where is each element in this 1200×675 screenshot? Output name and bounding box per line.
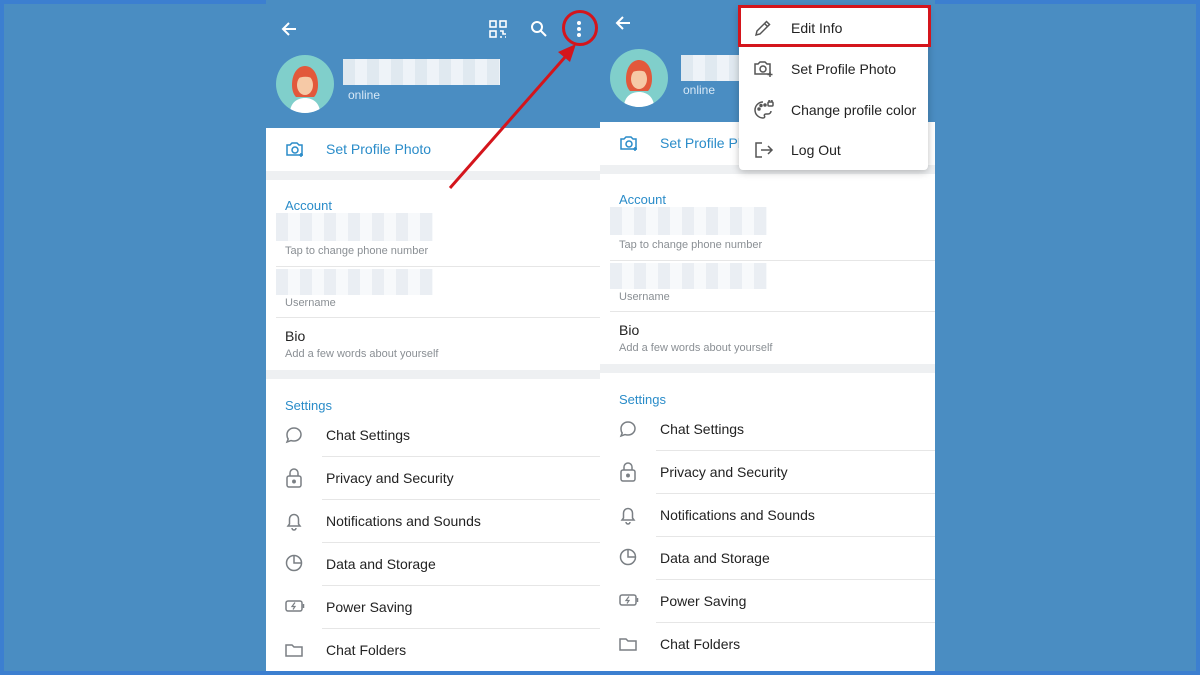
annotation-arrow bbox=[448, 44, 576, 189]
